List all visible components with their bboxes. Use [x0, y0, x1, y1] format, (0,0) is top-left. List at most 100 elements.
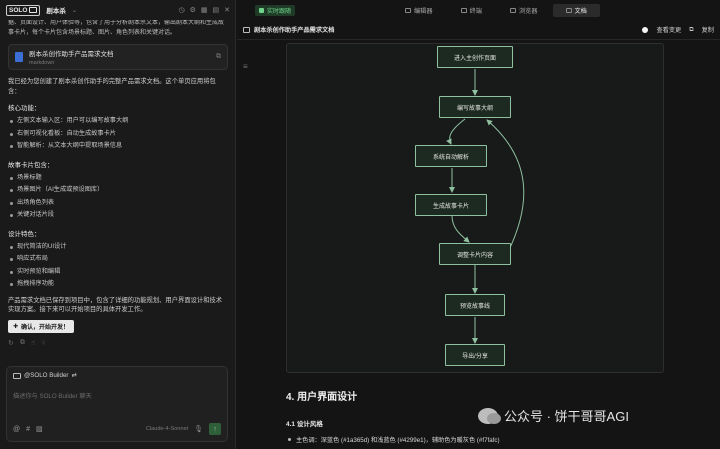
builder-tag: @SOLO Builder ⇄ — [13, 372, 77, 379]
flow-node: 系统自动解析 — [415, 145, 487, 167]
flow-node: 预览故事线 — [445, 294, 505, 316]
chat-composer[interactable]: @SOLO Builder ⇄ 描述你与 SOLO Builder 聊天 @ #… — [6, 366, 228, 442]
list-item: 关键对话片段 — [8, 209, 228, 222]
chat-panel: SOLO 剧本杀 ⌄ ◷ ⚙ ▦ ▤ ✕ 据、页面设计、用户体验等，包含了用于分… — [0, 0, 236, 449]
image-icon[interactable]: ▨ — [36, 425, 43, 433]
section-heading: 4. 用户界面设计 — [286, 392, 358, 403]
list-item: 右侧可视化看板：自动生成故事卡片 — [8, 128, 228, 141]
browser-icon — [509, 8, 516, 13]
watermark: 公众号 · 饼干哥哥AGI — [478, 406, 629, 425]
project-name[interactable]: 剧本杀 — [46, 5, 66, 15]
copy-icon[interactable]: ⧉ — [20, 339, 25, 347]
tab-browser[interactable]: 浏览器 — [497, 4, 551, 17]
swap-icon[interactable]: ⇄ — [71, 372, 76, 379]
close-icon[interactable]: ✕ — [224, 6, 230, 14]
closing-text: 产品需求文档已保存到项目中，包含了详细的功能规划、用户界面设计和技术实现方案。接… — [8, 296, 223, 314]
document-title: 剧本杀创作助手产品需求文档 — [254, 27, 335, 34]
window-icon — [29, 7, 38, 13]
chat-messages: 据、页面设计、用户体验等，包含了用于分析剧本杀文本，输出剧本大纲和生成故事卡片，… — [0, 20, 236, 365]
live-icon — [259, 8, 264, 13]
tab-label: 编辑器 — [414, 8, 433, 15]
document-icon — [15, 52, 23, 62]
composer-toolbar: @ # ▨ Claude-4-Sonnet 🎙 ↑ — [13, 423, 221, 435]
chat-header: SOLO 剧本杀 ⌄ ◷ ⚙ ▦ ▤ ✕ — [0, 0, 236, 20]
bullet — [288, 438, 291, 441]
list-item: 出场角色列表 — [8, 197, 228, 210]
history-icon[interactable]: ◷ — [178, 6, 184, 14]
plus-icon: ✚ — [13, 323, 19, 330]
design-features-list: 现代简洁的UI设计 响应式布局 实时预览和编辑 拖拽排序功能 — [8, 241, 228, 291]
header-icons: ◷ ⚙ ▦ ▤ ✕ — [178, 6, 230, 14]
copy-icon[interactable]: ⧉ — [689, 26, 693, 34]
list-item: 拖拽排序功能 — [8, 278, 228, 291]
color-scheme-line: 主色调：深蓝色 (#1a365d) 和浅蓝色 (#4299e1)，辅助色为暖灰色… — [288, 435, 500, 444]
workspace-topbar: 实时跟随 编辑器 终端 浏览器 文档 — [237, 0, 720, 20]
send-button[interactable]: ↑ — [209, 423, 221, 435]
retry-icon[interactable]: ↻ — [8, 339, 14, 347]
flow-node: 生成故事卡片 — [415, 194, 487, 216]
wechat-icon — [478, 407, 501, 424]
solo-logo: SOLO — [6, 4, 41, 16]
tab-label: 文档 — [574, 8, 587, 15]
settings-icon[interactable]: ⚙ — [190, 6, 196, 14]
composer-input[interactable]: 描述你与 SOLO Builder 聊天 — [13, 391, 92, 400]
doc-card-title: 剧本杀创作助手产品需求文档 — [29, 51, 114, 58]
chevron-down-icon[interactable]: ⌄ — [72, 7, 77, 14]
list-item: 场景图片（AI生成或预设图库） — [8, 184, 228, 197]
thumbs-down-icon[interactable]: ☟ — [41, 339, 45, 347]
grid-icon[interactable]: ▦ — [201, 6, 208, 14]
model-selector[interactable]: Claude-4-Sonnet — [146, 426, 188, 432]
summary-text: 我已经为您创建了剧本杀创作助手的完整产品需求文档。这个单页应用将包含： — [8, 78, 216, 95]
flowchart: 进入主创作页面 编写故事大纲 系统自动解析 生成故事卡片 调整卡片内容 预览故事… — [286, 43, 664, 373]
copy-button[interactable]: 复制 — [702, 25, 714, 34]
live-label: 实时跟随 — [267, 9, 292, 15]
flow-arrow — [451, 215, 470, 243]
flow-arrow — [446, 118, 466, 145]
mention-icon[interactable]: @ — [13, 426, 20, 433]
window-icon — [13, 372, 21, 379]
document-icon — [243, 26, 250, 33]
color-scheme-text: 主色调：深蓝色 (#1a365d) 和浅蓝色 (#4299e1)，辅助色为暖灰色… — [296, 437, 500, 444]
subsection-heading: 4.1 设计风格 — [286, 421, 323, 428]
message-actions: ↻ ⧉ ☝ ☟ — [8, 339, 228, 347]
list-item: 响应式布局 — [8, 253, 228, 266]
view-changes-toggle[interactable] — [642, 26, 649, 33]
builder-tag-label: @SOLO Builder — [24, 372, 69, 379]
terminal-icon — [460, 8, 467, 13]
flow-node: 进入主创作页面 — [437, 46, 513, 68]
tab-label: 浏览器 — [518, 8, 538, 15]
live-follow-badge[interactable]: 实时跟随 — [255, 5, 296, 16]
document-actions: 查看变更 ⧉ 复制 — [642, 25, 714, 34]
confirm-button-label: 确认，开始开发！ — [21, 324, 70, 331]
microphone-icon[interactable]: 🎙 — [194, 425, 203, 433]
outline-icon[interactable]: ≡ — [243, 62, 248, 71]
layout-icon[interactable]: ▤ — [213, 6, 220, 14]
flow-node: 编写故事大纲 — [439, 96, 511, 118]
view-changes-button[interactable]: 查看变更 — [656, 25, 681, 34]
card-content-list: 场景标题 场景图片（AI生成或预设图库） 出场角色列表 关键对话片段 — [8, 172, 228, 222]
section-title: 核心功能： — [8, 105, 41, 112]
hash-icon[interactable]: # — [26, 426, 30, 433]
tab-docs[interactable]: 文档 — [552, 4, 600, 17]
flow-loop-arrow — [486, 119, 525, 255]
open-external-icon[interactable]: ⧉ — [216, 53, 221, 61]
tab-editor[interactable]: 编辑器 — [392, 4, 446, 17]
workspace-tabs: 编辑器 终端 浏览器 文档 — [392, 4, 600, 17]
document-header: 剧本杀创作助手产品需求文档 查看变更 ⧉ 复制 — [237, 20, 720, 40]
intro-text: 据、页面设计、用户体验等，包含了用于分析剧本杀文本，输出剧本大纲和生成故事卡片，… — [8, 20, 225, 36]
flow-node: 调整卡片内容 — [439, 243, 511, 265]
list-item: 智能解析：从文本大纲中提取场景信息 — [8, 140, 228, 153]
thumbs-up-icon[interactable]: ☝ — [31, 339, 35, 347]
tab-terminal[interactable]: 终端 — [448, 4, 495, 17]
confirm-start-dev-button[interactable]: ✚ 确认，开始开发！ — [8, 319, 75, 333]
logo-text: SOLO — [9, 6, 28, 14]
doc-attachment-card[interactable]: 剧本杀创作助手产品需求文档 markdown ⧉ — [8, 44, 228, 70]
list-item: 实时预览和编辑 — [8, 266, 228, 279]
tab-label: 终端 — [469, 8, 482, 15]
core-features-list: 左侧文本输入区：用户可以编写故事大纲 右侧可视化看板：自动生成故事卡片 智能解析… — [8, 115, 228, 153]
editor-icon — [405, 8, 411, 13]
docs-icon — [565, 8, 572, 13]
section-title: 设计特色： — [8, 230, 41, 238]
flow-node: 导出/分享 — [445, 344, 505, 366]
doc-card-type: markdown — [29, 60, 55, 66]
